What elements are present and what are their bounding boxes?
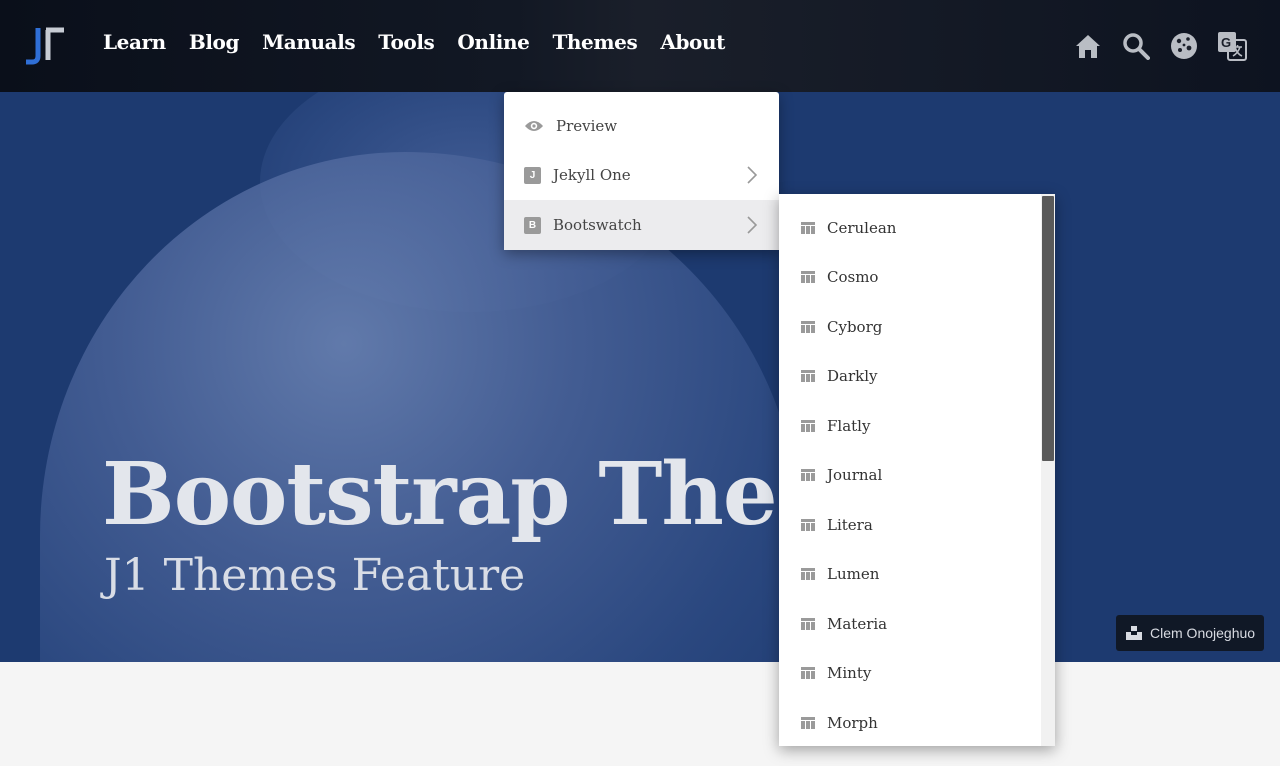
theme-item-minty[interactable]: Minty: [779, 649, 1041, 699]
unsplash-icon: [1126, 626, 1142, 640]
theme-item-lumen[interactable]: Lumen: [779, 550, 1041, 600]
dropdown-item-bootswatch[interactable]: B Bootswatch: [504, 200, 779, 250]
theme-grid-icon: [801, 716, 815, 729]
theme-item-label: Cosmo: [827, 268, 879, 287]
theme-list: Cerulean Cosmo Cyborg Darkly Flatly Jour…: [779, 203, 1041, 748]
theme-item-label: Lumen: [827, 565, 880, 584]
theme-grid-icon: [801, 617, 815, 630]
theme-item-materia[interactable]: Materia: [779, 599, 1041, 649]
nav-link-learn[interactable]: Learn: [103, 30, 166, 54]
j-badge-icon: J: [524, 166, 541, 184]
submenu-scrollbar-thumb[interactable]: [1042, 196, 1054, 461]
chevron-right-icon: [747, 166, 757, 184]
bootswatch-submenu: Cerulean Cosmo Cyborg Darkly Flatly Jour…: [779, 194, 1055, 746]
theme-item-label: Flatly: [827, 416, 871, 435]
theme-item-morph[interactable]: Morph: [779, 698, 1041, 748]
theme-item-label: Minty: [827, 664, 872, 683]
navbar: Learn Blog Manuals Tools Online Themes A…: [0, 0, 1280, 92]
photo-credit-button[interactable]: Clem Onojeghuo: [1116, 615, 1264, 651]
theme-grid-icon: [801, 568, 815, 581]
theme-grid-icon: [801, 320, 815, 333]
theme-grid-icon: [801, 419, 815, 432]
dropdown-item-label: Bootswatch: [553, 216, 642, 234]
theme-item-label: Materia: [827, 614, 888, 633]
eye-icon: [525, 121, 543, 131]
translate-icon[interactable]: G: [1216, 28, 1248, 64]
nav-link-blog[interactable]: Blog: [189, 30, 240, 54]
chevron-right-icon: [747, 216, 757, 234]
nav-link-manuals[interactable]: Manuals: [262, 30, 356, 54]
j1-logo-icon: [26, 27, 64, 65]
dropdown-item-jekyll-one[interactable]: J Jekyll One: [504, 150, 779, 200]
svg-text:G: G: [1221, 35, 1231, 50]
cookie-icon[interactable]: [1168, 28, 1200, 64]
b-badge-icon: B: [524, 216, 541, 234]
nav-link-online[interactable]: Online: [457, 30, 529, 54]
theme-item-label: Cyborg: [827, 317, 883, 336]
theme-item-litera[interactable]: Litera: [779, 500, 1041, 550]
theme-item-cosmo[interactable]: Cosmo: [779, 253, 1041, 303]
theme-grid-icon: [801, 469, 815, 482]
theme-grid-icon: [801, 370, 815, 383]
theme-grid-icon: [801, 667, 815, 680]
submenu-scrollbar-track[interactable]: [1041, 194, 1055, 746]
nav-link-themes[interactable]: Themes: [552, 30, 637, 54]
theme-item-label: Cerulean: [827, 218, 897, 237]
home-icon[interactable]: [1072, 28, 1104, 64]
theme-grid-icon: [801, 271, 815, 284]
nav-icons: G: [1072, 28, 1248, 64]
theme-grid-icon: [801, 221, 815, 234]
dropdown-item-preview[interactable]: Preview: [504, 101, 779, 151]
theme-item-label: Litera: [827, 515, 873, 534]
dropdown-item-label: Jekyll One: [553, 166, 631, 184]
theme-item-journal[interactable]: Journal: [779, 451, 1041, 501]
logo[interactable]: [24, 26, 68, 66]
theme-item-label: Journal: [827, 466, 883, 485]
theme-item-label: Darkly: [827, 367, 878, 386]
nav-link-tools[interactable]: Tools: [378, 30, 435, 54]
theme-grid-icon: [801, 518, 815, 531]
dropdown-item-label: Preview: [556, 117, 618, 135]
theme-item-cerulean[interactable]: Cerulean: [779, 203, 1041, 253]
nav-link-about[interactable]: About: [660, 30, 725, 54]
search-icon[interactable]: [1120, 28, 1152, 64]
theme-item-darkly[interactable]: Darkly: [779, 352, 1041, 402]
theme-item-label: Morph: [827, 713, 878, 732]
themes-dropdown: Preview J Jekyll One B Bootswatch: [504, 92, 779, 250]
hero-title: Bootstrap Them: [102, 444, 868, 545]
theme-item-flatly[interactable]: Flatly: [779, 401, 1041, 451]
photo-credit-text: Clem Onojeghuo: [1150, 625, 1256, 641]
theme-item-cyborg[interactable]: Cyborg: [779, 302, 1041, 352]
nav-links: Learn Blog Manuals Tools Online Themes A…: [103, 30, 748, 54]
hero-subtitle: J1 Themes Feature: [104, 550, 526, 601]
